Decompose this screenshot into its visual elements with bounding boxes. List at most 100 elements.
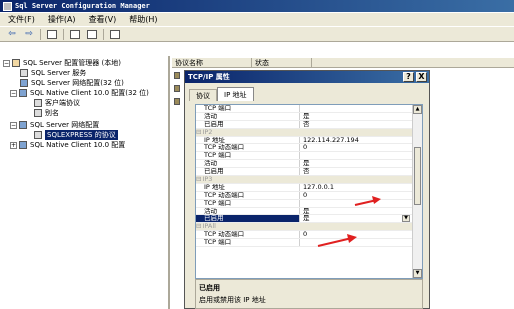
client-config-icon [19,89,27,97]
scroll-up-icon[interactable]: ▲ [413,105,422,114]
property-row[interactable]: 已启用否 [196,120,422,129]
property-name: TCP 端口 [196,105,300,112]
back-arrow-icon[interactable]: ⇦ [6,29,18,40]
property-row[interactable]: 活动是 [196,112,422,121]
section-label: IPAll [202,223,216,231]
property-name: 活动 [196,160,300,168]
dialog-tabs: 协议 IP 地址 [189,87,254,101]
export-icon[interactable] [86,29,98,40]
menu-file[interactable]: 文件(F) [8,14,35,25]
section-header[interactable]: ⊟ IPAll [196,222,422,232]
property-value[interactable] [300,152,422,159]
section-header[interactable]: ⊟ IP3 [196,175,422,184]
property-row[interactable]: IP 地址 122.114.227.194 [196,136,422,145]
tree-item-label: SQL Native Client 10.0 配置 [30,141,126,149]
property-value[interactable]: 是 [300,160,422,167]
property-value[interactable]: 是 [300,113,422,120]
property-name: TCP 动态端口 [196,231,300,239]
section-header[interactable]: ⊟ IP2 [196,128,422,137]
scroll-down-icon[interactable]: ▼ [413,269,422,278]
help-button[interactable]: ? [403,72,414,82]
tree-item-client-protocols[interactable]: 客户端协议 [34,98,80,108]
property-value[interactable] [300,239,422,246]
property-value[interactable] [300,200,422,207]
property-row[interactable]: TCP 动态端口 0 [196,144,422,153]
property-name: 活动 [196,207,300,215]
property-value[interactable] [300,105,422,112]
tcpip-properties-dialog: TCP/IP 属性 ? X 协议 IP 地址 TCP 端口 活动是已启用否 ⊟ IP… [184,70,430,309]
property-row[interactable]: TCP 动态端口 0 [196,231,422,240]
close-button[interactable]: X [416,72,427,82]
tree-item-label: SQL Server 服务 [31,69,87,77]
property-description: 已启用 启用或禁用该 IP 地址 [195,279,423,309]
tree-item-netconfig32[interactable]: SQL Server 网络配置(32 位) [20,78,124,88]
toolbar: ⇦ ⇨ [0,27,514,42]
tab-ip-addresses[interactable]: IP 地址 [217,87,254,101]
tree-item-services[interactable]: SQL Server 服务 [20,68,86,78]
toolbar-separator [40,28,41,40]
protocols-icon [34,131,42,139]
up-folder-icon[interactable] [46,29,58,40]
menu-action[interactable]: 操作(A) [48,14,76,25]
tree-item-native[interactable]: + SQL Native Client 10.0 配置 [10,140,125,150]
menu-help[interactable]: 帮助(H) [129,14,157,25]
column-status[interactable]: 状态 [252,58,312,67]
forward-arrow-icon[interactable]: ⇨ [23,29,35,40]
toolbar-separator [103,28,104,40]
property-row[interactable]: 活动是 [196,207,422,216]
vertical-scrollbar[interactable]: ▲ ▼ [412,105,422,278]
property-value[interactable]: 是 [300,208,422,215]
property-row[interactable]: TCP 端口 [196,199,422,208]
help-icon[interactable] [109,29,121,40]
collapse-icon[interactable]: − [10,89,17,97]
property-row[interactable]: TCP 端口 [196,152,422,161]
property-name: 已启用 [196,168,300,176]
dropdown-arrow-icon[interactable]: ▼ [402,215,410,223]
window-title: Sql Server Configuration Manager [15,2,150,10]
list-items [174,72,184,132]
collapse-icon[interactable]: − [10,121,17,129]
protocols-icon [34,99,42,107]
property-value[interactable]: 0 [300,192,422,199]
alias-icon [34,109,42,117]
property-row[interactable]: TCP 动态端口 0 [196,191,422,200]
property-value[interactable]: 0 [300,231,422,238]
property-row[interactable]: IP 地址 127.0.0.1 [196,183,422,192]
property-row[interactable]: 已启用是 ▼ [196,215,422,224]
tab-protocol[interactable]: 协议 [189,89,217,101]
property-row[interactable]: 活动是 [196,160,422,169]
tree-item-aliases[interactable]: 别名 [34,108,59,118]
scroll-thumb[interactable] [414,147,421,205]
network-icon [20,79,28,87]
property-row[interactable]: 已启用否 [196,168,422,177]
property-value[interactable]: 否 [300,168,422,175]
property-value[interactable]: 否 [300,121,422,128]
config-manager-icon [12,59,20,67]
protocol-icon[interactable] [174,72,180,79]
menu-bar: 文件(F) 操作(A) 查看(V) 帮助(H) [0,13,514,26]
property-name: IP 地址 [196,136,300,144]
properties-icon[interactable] [69,29,81,40]
column-protocol-name[interactable]: 协议名称 [172,58,252,67]
expand-icon[interactable]: + [10,141,17,149]
collapse-icon[interactable]: − [3,59,10,67]
tree-item-label: 客户端协议 [45,99,80,107]
tree-item-sqlexpress[interactable]: SQLEXPRESS 的协议 [34,130,118,140]
property-value[interactable]: 0 [300,144,422,151]
protocol-icon[interactable] [174,85,180,92]
navigation-tree: − SQL Server 配置管理器 (本地) SQL Server 服务 SQ… [0,56,170,309]
dialog-title: TCP/IP 属性 [188,73,230,81]
tree-item-label: 别名 [45,109,59,117]
menu-view[interactable]: 查看(V) [89,14,117,25]
services-icon [20,69,28,77]
tree-item-netconfig[interactable]: − SQL Server 网络配置 [10,120,99,130]
protocol-icon[interactable] [174,98,180,105]
property-value[interactable]: 122.114.227.194 [300,137,422,144]
section-label: IP2 [202,128,213,136]
property-row[interactable]: TCP 端口 [196,105,422,113]
tree-item-native32[interactable]: − SQL Native Client 10.0 配置(32 位) [10,88,149,98]
property-value[interactable]: 127.0.0.1 [300,184,422,191]
property-name: TCP 端口 [196,152,300,160]
tree-item-root[interactable]: − SQL Server 配置管理器 (本地) [3,58,121,68]
property-row[interactable]: TCP 端口 [196,239,422,248]
